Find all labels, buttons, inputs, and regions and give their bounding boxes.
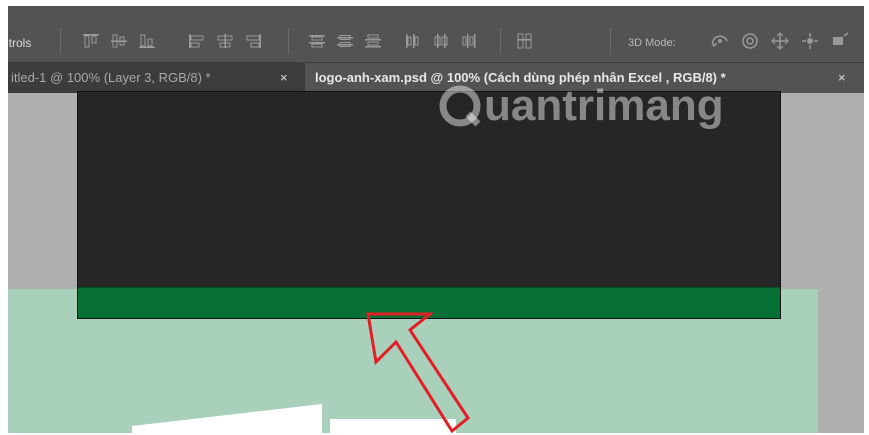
distribute-left-icon[interactable]: [404, 33, 422, 49]
tab-untitled-1[interactable]: itled-1 @ 100% (Layer 3, RGB/8) * ×: [8, 63, 300, 93]
white-shape: [132, 404, 322, 433]
tab-title: itled-1 @ 100% (Layer 3, RGB/8) *: [11, 70, 211, 85]
separator: [288, 28, 289, 54]
separator: [500, 28, 501, 54]
slide-3d-icon[interactable]: [800, 32, 820, 50]
scale-3d-icon[interactable]: [830, 32, 850, 50]
align-horizontal-centers-icon[interactable]: [216, 33, 234, 49]
watermark-logo-icon: [439, 85, 481, 127]
3d-mode-label: 3D Mode:: [628, 37, 676, 49]
drag-3d-icon[interactable]: [770, 32, 790, 50]
align-vertical-centers-icon[interactable]: [110, 33, 128, 49]
distribute-vertical-center-icon[interactable]: [336, 33, 354, 49]
rotate-3d-icon[interactable]: [710, 32, 730, 50]
align-right-edges-icon[interactable]: [244, 33, 262, 49]
roll-3d-icon[interactable]: [740, 32, 760, 50]
close-icon[interactable]: ×: [280, 63, 288, 93]
options-bar: ntrols: [8, 6, 864, 63]
photoshop-window: ntrols: [8, 6, 864, 433]
separator: [60, 28, 61, 54]
distribute-bottom-icon[interactable]: [364, 33, 382, 49]
distribute-top-icon[interactable]: [308, 33, 326, 49]
close-icon[interactable]: ×: [838, 63, 846, 93]
separator: [610, 28, 611, 54]
distribute-right-icon[interactable]: [460, 33, 478, 49]
options-bar-label: ntrols: [8, 36, 32, 50]
document-tab-bar: itled-1 @ 100% (Layer 3, RGB/8) * × logo…: [8, 63, 864, 93]
distribute-horizontal-center-icon[interactable]: [432, 33, 450, 49]
red-arrow-icon: [366, 312, 470, 433]
watermark-text: uantrimang: [484, 81, 724, 130]
align-top-edges-icon[interactable]: [82, 33, 100, 49]
align-bottom-edges-icon[interactable]: [138, 33, 156, 49]
auto-align-layers-icon[interactable]: [516, 33, 534, 49]
align-left-edges-icon[interactable]: [188, 33, 206, 49]
